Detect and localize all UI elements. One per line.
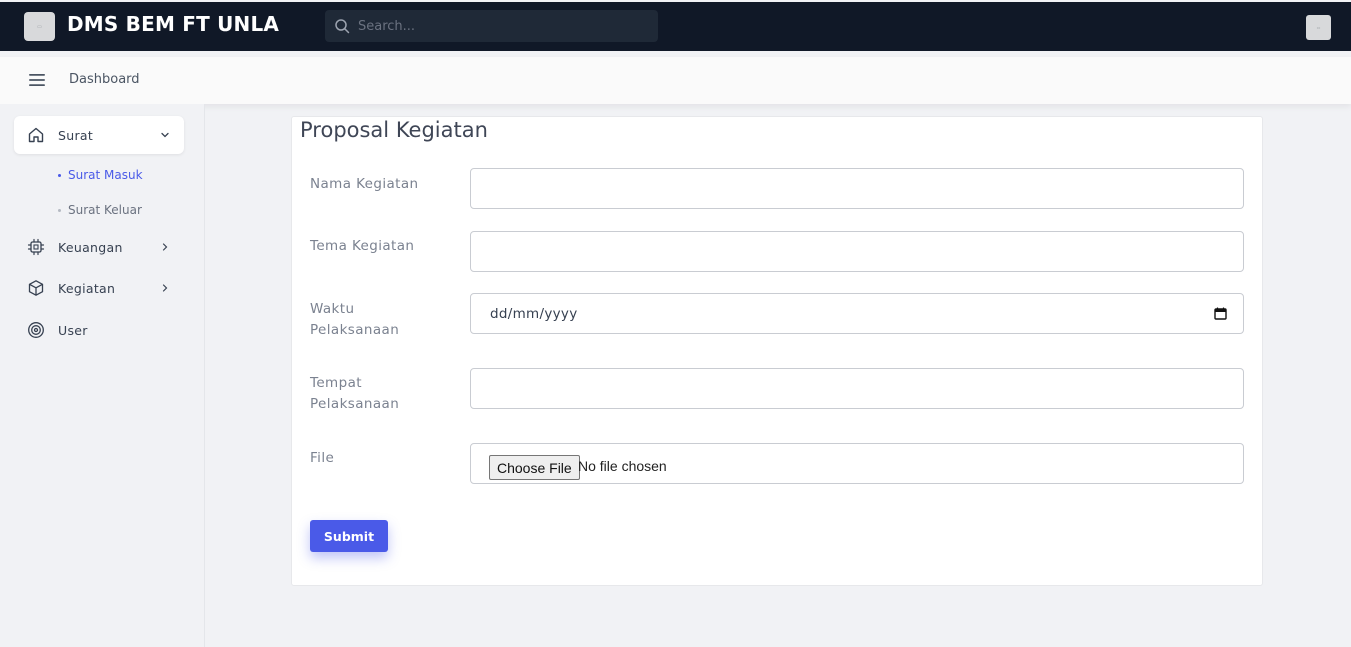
nama-kegiatan-label: Nama Kegiatan xyxy=(310,176,419,192)
logo[interactable]: ▭ xyxy=(24,12,55,41)
sidebar-item-surat[interactable]: Surat xyxy=(14,116,184,154)
sidebar-item-label: Surat xyxy=(58,127,94,143)
tema-kegiatan-input[interactable] xyxy=(471,232,1243,271)
bullet-icon xyxy=(58,208,61,212)
target-icon xyxy=(28,322,44,338)
page-title: Proposal Kegiatan xyxy=(300,118,488,142)
tempat-pelaksanaan-input[interactable] xyxy=(471,369,1243,408)
sidebar: Surat Surat Masuk Surat Keluar Keuangan … xyxy=(0,104,205,647)
search-bar[interactable] xyxy=(325,10,658,42)
proposal-form-card: Proposal Kegiatan Nama Kegiatan Tema Keg… xyxy=(291,116,1263,586)
chip-icon xyxy=(27,238,45,256)
calendar-icon[interactable] xyxy=(1214,307,1227,320)
top-navbar: ▭ DMS BEM FT UNLA ▭ xyxy=(0,2,1351,51)
nama-kegiatan-input[interactable] xyxy=(471,169,1243,208)
search-input[interactable] xyxy=(358,18,638,34)
sidebar-item-label: Keuangan xyxy=(58,239,123,255)
chevron-right-icon[interactable] xyxy=(160,242,170,252)
waktu-pelaksanaan-label: Waktu Pelaksanaan xyxy=(310,299,440,341)
file-input[interactable]: Choose File No file chosen xyxy=(470,443,1244,484)
choose-file-button[interactable]: Choose File xyxy=(489,455,580,480)
sidebar-subitem-label: Surat Keluar xyxy=(68,203,142,217)
waktu-pelaksanaan-date-input[interactable]: dd/mm/yyyy xyxy=(470,293,1244,334)
file-label: File xyxy=(310,450,335,466)
sidebar-item-user[interactable]: User xyxy=(14,311,184,349)
app-title[interactable]: DMS BEM FT UNLA xyxy=(67,12,279,36)
date-placeholder: dd/mm/yyyy xyxy=(490,306,578,322)
home-icon xyxy=(28,127,44,143)
sidebar-subitem-surat-keluar[interactable]: Surat Keluar xyxy=(58,203,142,217)
label-line: Waktu xyxy=(310,301,355,317)
chevron-down-icon[interactable] xyxy=(160,130,170,140)
sidebar-subitem-surat-masuk[interactable]: Surat Masuk xyxy=(58,168,143,182)
nama-kegiatan-field-wrapper xyxy=(470,168,1244,209)
submit-button[interactable]: Submit xyxy=(310,520,388,552)
sidebar-subitem-label: Surat Masuk xyxy=(68,168,143,182)
bullet-icon xyxy=(58,173,61,177)
sub-header: Dashboard xyxy=(0,57,1351,104)
label-line: Pelaksanaan xyxy=(310,396,400,412)
sidebar-item-keuangan[interactable]: Keuangan xyxy=(14,228,184,266)
tema-kegiatan-field-wrapper xyxy=(470,231,1244,272)
tempat-pelaksanaan-label: Tempat Pelaksanaan xyxy=(310,373,440,415)
sidebar-item-label: User xyxy=(58,322,88,338)
breadcrumb[interactable]: Dashboard xyxy=(69,72,140,87)
label-line: Pelaksanaan xyxy=(310,322,400,338)
menu-toggle-icon[interactable] xyxy=(28,72,46,88)
sidebar-item-label: Kegiatan xyxy=(58,280,116,296)
tema-kegiatan-label: Tema Kegiatan xyxy=(310,238,415,254)
tempat-pelaksanaan-field-wrapper xyxy=(470,368,1244,409)
chevron-right-icon[interactable] xyxy=(160,283,170,293)
sidebar-item-kegiatan[interactable]: Kegiatan xyxy=(14,269,184,307)
file-status-text: No file chosen xyxy=(578,458,667,474)
user-avatar[interactable]: ▭ xyxy=(1306,15,1331,40)
label-line: Tempat xyxy=(310,375,362,391)
cube-icon xyxy=(28,280,44,296)
search-icon xyxy=(335,19,350,34)
